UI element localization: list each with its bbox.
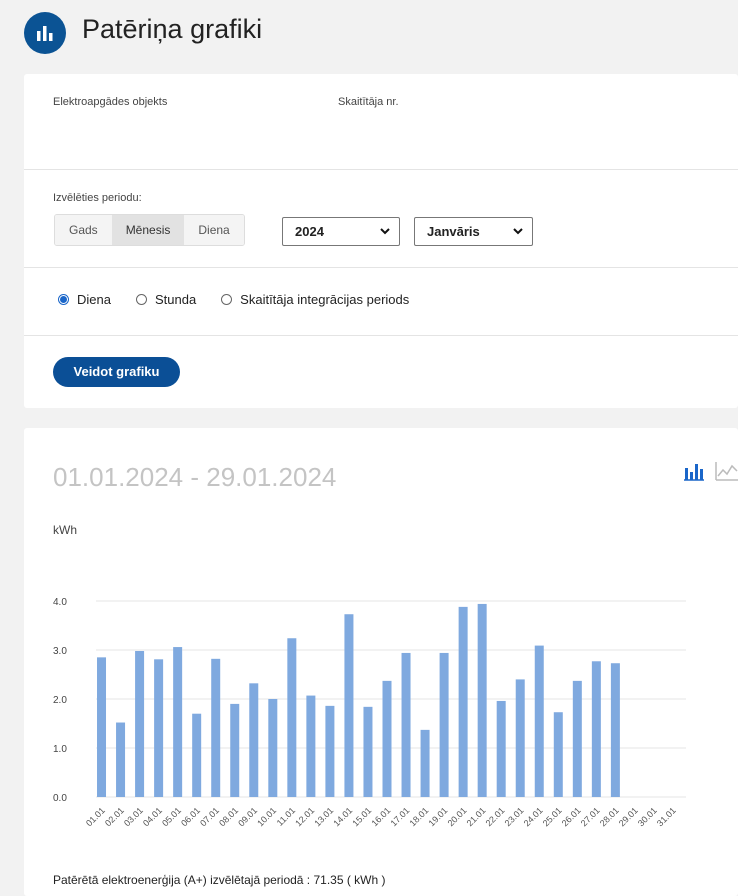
page-header: Patēriņa grafiki (0, 0, 738, 64)
x-tick-label: 28.01 (598, 805, 621, 828)
tab-gads[interactable]: Gads (55, 215, 112, 245)
bar-15.01[interactable] (363, 706, 373, 797)
x-tick-label: 12.01 (293, 805, 316, 828)
bar-25.01[interactable] (553, 712, 563, 797)
tab-menesis[interactable]: Mēnesis (111, 215, 185, 245)
x-tick-label: 02.01 (103, 805, 126, 828)
bar-07.01[interactable] (211, 658, 221, 797)
x-tick-label: 30.01 (636, 805, 659, 828)
radio-empty-icon (135, 294, 147, 305)
x-tick-label: 22.01 (484, 805, 507, 828)
x-tick-label: 29.01 (617, 805, 640, 828)
x-tick-label: 14.01 (331, 805, 354, 828)
year-select-value: 2024 (295, 224, 324, 239)
object-label: Elektroapgādes objekts (53, 96, 168, 108)
bar-17.01[interactable] (401, 652, 411, 797)
period-tabs: Gads Mēnesis Diena (54, 214, 245, 246)
x-tick-label: 31.01 (655, 805, 678, 828)
radio-selected-icon (58, 294, 69, 305)
month-select-value: Janvāris (427, 224, 480, 239)
bar-09.01[interactable] (249, 683, 259, 797)
x-tick-label: 27.01 (579, 805, 602, 828)
radio-integration-period[interactable]: Skaitītāja integrācijas periods (221, 292, 409, 307)
build-chart-button[interactable]: Veidot grafiku (53, 357, 180, 387)
period-label: Izvēlēties periodu: (53, 192, 142, 204)
page-title: Patēriņa grafiki (82, 14, 263, 44)
bar-20.01[interactable] (458, 606, 468, 797)
x-tick-label: 06.01 (179, 805, 202, 828)
x-tick-label: 15.01 (350, 805, 373, 828)
x-tick-label: 25.01 (541, 805, 564, 828)
bar-01.01[interactable] (97, 657, 107, 797)
radio-empty-icon (221, 294, 233, 305)
x-tick-label: 19.01 (427, 805, 450, 828)
radio-label: Diena (77, 292, 111, 307)
bar-12.01[interactable] (306, 695, 316, 797)
bar-22.01[interactable] (496, 700, 506, 797)
bar-08.01[interactable] (230, 703, 240, 797)
chart-card: 01.01.2024 - 29.01.2024 kWh 0.0 1.0 2.0 3.0… (24, 428, 738, 896)
bar-26.01[interactable] (572, 680, 582, 797)
x-tick-label: 08.01 (217, 805, 240, 828)
bar-28.01[interactable] (610, 663, 620, 797)
chevron-down-icon (513, 228, 523, 235)
x-tick-label: 20.01 (446, 805, 469, 828)
x-tick-label: 10.01 (255, 805, 278, 828)
bar-04.01[interactable] (154, 659, 164, 797)
bar-27.01[interactable] (591, 661, 601, 797)
month-select[interactable]: Janvāris (414, 217, 533, 246)
x-tick-label: 11.01 (275, 805, 298, 828)
x-tick-label: 24.01 (522, 805, 545, 828)
bar-19.01[interactable] (439, 652, 449, 797)
bar-24.01[interactable] (534, 645, 544, 797)
x-tick-label: 17.01 (388, 805, 411, 828)
y-tick-label: 0.0 (53, 793, 67, 804)
x-tick-label: 21.01 (465, 805, 488, 828)
radio-stunda[interactable]: Stunda (135, 292, 197, 307)
divider (24, 267, 738, 268)
y-tick-label: 1.0 (53, 744, 67, 755)
x-tick-label: 13.01 (312, 805, 335, 828)
bar-23.01[interactable] (515, 679, 525, 797)
bar-13.01[interactable] (325, 705, 335, 797)
total-consumption-text: Patērētā elektroenerģija (A+) izvēlētajā… (53, 873, 386, 887)
bar-05.01[interactable] (173, 647, 183, 797)
radio-diena[interactable]: Diena (58, 292, 111, 307)
bar-06.01[interactable] (192, 713, 202, 797)
x-tick-label: 03.01 (122, 805, 145, 828)
bar-03.01[interactable] (135, 650, 145, 797)
x-tick-label: 09.01 (236, 805, 259, 828)
x-tick-label: 05.01 (160, 805, 183, 828)
bar-16.01[interactable] (382, 680, 392, 797)
x-tick-label: 07.01 (198, 805, 221, 828)
radio-label: Stunda (154, 292, 197, 307)
x-tick-label: 23.01 (503, 805, 526, 828)
bar-chart-icon (24, 12, 66, 54)
bar-21.01[interactable] (477, 603, 487, 797)
filter-card: Elektroapgādes objekts Skaitītāja nr. Iz… (24, 74, 738, 408)
tab-diena[interactable]: Diena (184, 215, 244, 245)
x-tick-label: 01.01 (84, 805, 107, 828)
bar-18.01[interactable] (420, 729, 430, 797)
chevron-down-icon (380, 228, 390, 235)
x-tick-label: 16.01 (369, 805, 392, 828)
y-tick-label: 2.0 (53, 695, 67, 706)
y-tick-label: 3.0 (53, 646, 67, 657)
y-tick-label: 4.0 (53, 597, 67, 608)
meter-label: Skaitītāja nr. (338, 96, 399, 108)
radio-label: Skaitītāja integrācijas periods (240, 292, 410, 307)
x-tick-label: 26.01 (560, 805, 583, 828)
bar-14.01[interactable] (344, 614, 354, 797)
divider (24, 169, 738, 170)
bar-02.01[interactable] (116, 722, 126, 797)
year-select[interactable]: 2024 (282, 217, 400, 246)
x-tick-label: 04.01 (141, 805, 164, 828)
divider (24, 335, 738, 336)
consumption-bar-chart: 0.0 1.0 2.0 3.0 4.0 01.0102.0103.0104.0105.0… (53, 597, 686, 828)
x-tick-label: 18.01 (407, 805, 430, 828)
granularity-radios: Diena Stunda Skaitītāja integrācijas per… (58, 292, 434, 307)
bar-11.01[interactable] (287, 638, 297, 797)
bar-10.01[interactable] (268, 699, 278, 797)
